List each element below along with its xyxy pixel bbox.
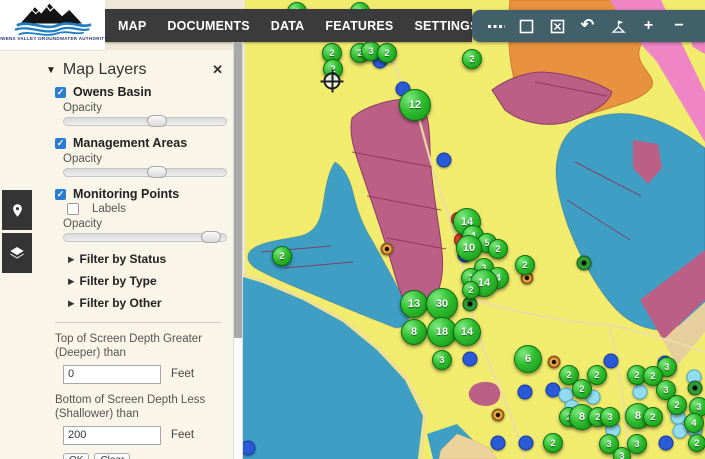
cluster-marker[interactable]: 2 <box>688 434 705 452</box>
groundwater-map-app: 2222322212214451023241422133081814363222… <box>0 0 705 459</box>
location-pin-button[interactable] <box>2 190 32 230</box>
filter-by-status[interactable]: ▶ Filter by Status <box>68 252 225 266</box>
main-navbar: MAP DOCUMENTS DATA FEATURES SETTINGS <box>105 9 478 42</box>
cluster-marker[interactable]: 13 <box>400 290 428 318</box>
add-placemark-icon[interactable] <box>608 15 628 37</box>
monitoring-points-label: Monitoring Points <box>73 187 180 201</box>
orange-point-dot[interactable] <box>491 408 505 422</box>
cluster-marker[interactable]: 2 <box>667 395 687 415</box>
layers-button[interactable] <box>2 233 32 273</box>
triangle-down-icon: ▼ <box>46 64 56 76</box>
map-layers-header[interactable]: ▼ Map Layers ✕ <box>46 61 225 79</box>
mini-sidebar <box>2 190 32 273</box>
scrollbar-thumb[interactable] <box>234 42 242 338</box>
feet-unit-label: Feet <box>171 368 195 381</box>
monitoring-points-opacity-slider[interactable] <box>63 230 227 243</box>
slider-thumb[interactable] <box>147 114 167 127</box>
cluster-marker[interactable]: 2 <box>515 255 535 275</box>
cluster-marker[interactable]: 3 <box>600 407 620 427</box>
blue-point-dot[interactable] <box>658 435 674 451</box>
cluster-marker[interactable]: 14 <box>453 318 481 346</box>
management-areas-opacity-slider[interactable] <box>63 165 227 178</box>
opacity-label: Opacity <box>63 218 102 230</box>
orange-point-dot[interactable] <box>380 242 394 256</box>
map-layers-title: Map Layers <box>62 61 147 78</box>
measure-icon[interactable] <box>486 15 506 37</box>
depth-top-label: Top of Screen Depth Greater (Deeper) tha… <box>55 333 203 360</box>
cluster-marker[interactable]: 2 <box>643 407 663 427</box>
cluster-marker[interactable]: 2 <box>377 43 397 63</box>
cluster-marker[interactable]: 6 <box>514 345 542 373</box>
nav-item-data[interactable]: DATA <box>271 19 305 33</box>
cluster-marker[interactable]: 2 <box>272 246 292 266</box>
slider-thumb[interactable] <box>147 165 167 178</box>
owens-basin-opacity-slider[interactable] <box>63 114 227 127</box>
blue-point-dot[interactable] <box>436 152 452 168</box>
owens-basin-label: Owens Basin <box>73 85 152 99</box>
cluster-marker[interactable]: 4 <box>684 413 704 433</box>
cluster-marker[interactable]: 2 <box>572 379 592 399</box>
location-pin-icon <box>12 203 22 217</box>
blue-point-dot[interactable] <box>518 435 534 451</box>
cluster-marker[interactable]: 10 <box>456 235 482 261</box>
triangle-right-icon: ▶ <box>68 275 75 286</box>
blue-point-dot[interactable] <box>603 353 619 369</box>
cluster-marker[interactable]: 2 <box>543 433 563 453</box>
nav-item-map[interactable]: MAP <box>118 19 146 33</box>
cluster-marker[interactable]: 2 <box>462 281 480 299</box>
greendark-point-dot[interactable] <box>576 255 592 271</box>
cluster-marker[interactable]: 3 <box>613 447 631 459</box>
undo-icon[interactable]: ↶ <box>578 15 598 37</box>
cyan-point-dot[interactable] <box>632 384 648 400</box>
panel-scrollbar[interactable] <box>233 42 243 459</box>
opacity-label: Opacity <box>63 153 102 165</box>
draw-rectangle-icon[interactable] <box>517 15 537 37</box>
locate-crosshair-icon[interactable] <box>320 69 344 93</box>
cluster-marker[interactable]: 30 <box>426 288 458 320</box>
depth-bottom-label: Bottom of Screen Depth Less (Shallower) … <box>55 393 206 421</box>
blue-point-dot[interactable] <box>490 435 506 451</box>
cluster-marker[interactable]: 2 <box>488 239 508 259</box>
filter-by-other[interactable]: ▶ Filter by Other <box>68 296 225 310</box>
close-icon[interactable]: ✕ <box>212 62 223 78</box>
opacity-label: Opacity <box>63 102 102 114</box>
labels-label: Labels <box>92 203 126 215</box>
cluster-marker[interactable]: 3 <box>432 350 452 370</box>
nav-item-documents[interactable]: DOCUMENTS <box>167 19 249 33</box>
cluster-marker[interactable]: 8 <box>401 319 427 345</box>
layers-icon <box>10 247 24 259</box>
clear-button[interactable]: Clear <box>94 452 131 459</box>
monitoring-points-checkbox[interactable]: ✓ <box>55 188 66 200</box>
feet-unit-label: Feet <box>171 429 195 441</box>
labels-checkbox[interactable] <box>67 203 79 215</box>
ovga-logo[interactable]: OWENS VALLEY GROUNDWATER AUTHORITY <box>0 0 108 51</box>
filter-by-type[interactable]: ▶ Filter by Type <box>68 274 225 288</box>
nav-item-settings[interactable]: SETTINGS <box>414 19 478 33</box>
triangle-right-icon: ▶ <box>68 297 75 308</box>
management-areas-checkbox[interactable]: ✓ <box>55 137 66 149</box>
management-areas-label: Management Areas <box>73 136 188 150</box>
ok-button[interactable]: OK <box>63 452 90 459</box>
owens-basin-checkbox[interactable]: ✓ <box>55 86 66 98</box>
blue-point-dot[interactable] <box>462 351 478 367</box>
nav-item-features[interactable]: FEATURES <box>325 19 393 33</box>
zoom-out-icon[interactable]: − <box>669 15 689 37</box>
cluster-marker[interactable]: 12 <box>399 89 431 121</box>
layers-panel: ▼ Map Layers ✕ ✓ Owens Basin Opacity ✓ M… <box>0 50 233 459</box>
depth-top-input[interactable] <box>63 364 161 384</box>
depth-bottom-input[interactable] <box>63 425 161 445</box>
greendark-point-dot[interactable] <box>687 380 703 396</box>
slider-thumb[interactable] <box>201 230 221 243</box>
map-toolbar: ↶ + − <box>472 10 705 42</box>
orange-point-dot[interactable] <box>547 355 561 369</box>
clear-selection-icon[interactable] <box>547 15 567 37</box>
blue-point-dot[interactable] <box>517 384 533 400</box>
triangle-right-icon: ▶ <box>68 253 75 264</box>
zoom-in-icon[interactable]: + <box>639 15 659 37</box>
logo-caption: OWENS VALLEY GROUNDWATER AUTHORITY <box>0 36 108 41</box>
cluster-marker[interactable]: 2 <box>462 49 482 69</box>
divider <box>55 322 221 323</box>
mountain-water-logo-icon <box>14 3 92 36</box>
